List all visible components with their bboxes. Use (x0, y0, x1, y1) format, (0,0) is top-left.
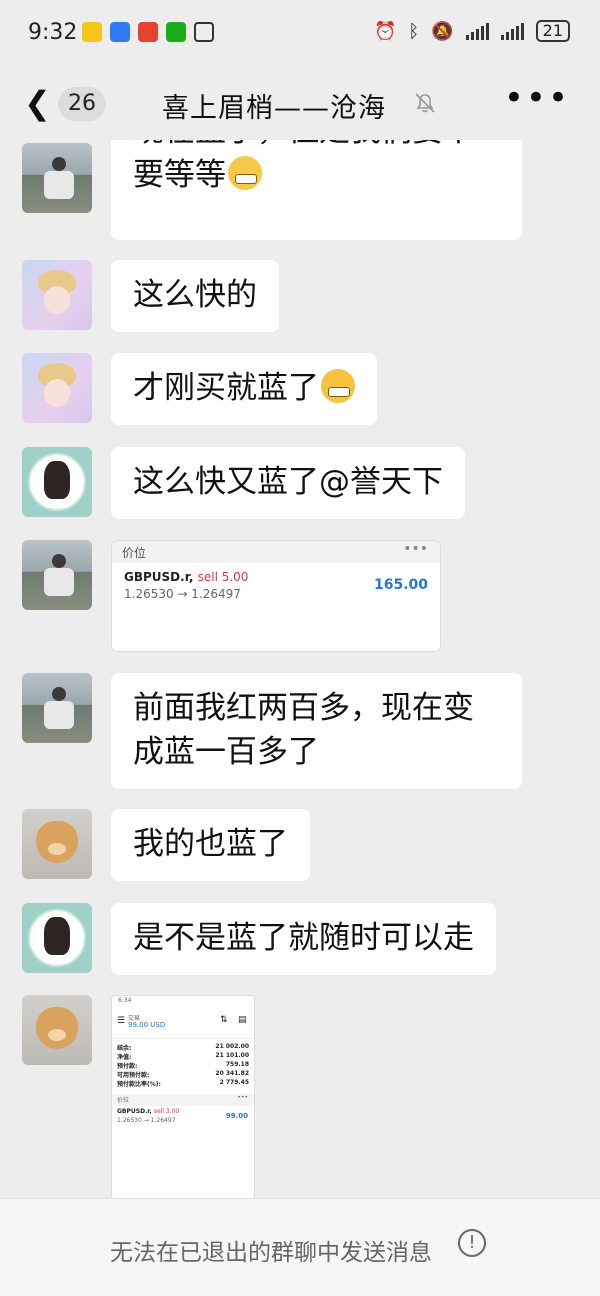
row-value: 20 341.82 (215, 1070, 249, 1077)
app-notification-icon (138, 22, 158, 42)
avatar[interactable] (22, 995, 92, 1065)
shared-quote-card[interactable]: 价位 ••• GBPUSD.r, sell 5.00 1.26530 → 1.2… (111, 540, 441, 652)
more-icon: ••• (237, 1094, 248, 1101)
disabled-message-text: 无法在已退出的群聊中发送消息 (110, 1240, 432, 1266)
wechat-icon (166, 22, 186, 42)
card-header: 价位 ••• (112, 541, 440, 563)
trade-side: sell 5.00 (197, 570, 249, 584)
message-text: 才刚买就蓝了 (133, 370, 319, 406)
symbol-text: GBPUSD.r, (124, 570, 194, 584)
avatar[interactable] (22, 673, 92, 743)
info-icon[interactable]: ! (458, 1229, 486, 1257)
input-disabled-bar: 无法在已退出的群聊中发送消息 ! (0, 1198, 600, 1296)
card-more-icon: ••• (403, 541, 428, 557)
message-bubble[interactable]: 现在蓝了，但是我们要不要等等 (111, 140, 522, 240)
system-icons: ⏰ ᛒ 🔕 21 (374, 20, 570, 42)
shot-section-header: 价位 ••• (112, 1094, 254, 1106)
shot-row: 可用预付款: 20 341.82 (117, 1070, 249, 1079)
crying-laughing-emoji-icon (321, 369, 355, 403)
message-bubble[interactable]: 前面我红两百多，现在变成蓝一百多了 (111, 673, 522, 789)
row-key: 预付款比率(%): (117, 1081, 161, 1088)
shot-row: 结余: 21 002.00 (117, 1043, 249, 1052)
row-value: 2 779.45 (219, 1079, 249, 1086)
row-key: 可用预付款: (117, 1072, 150, 1079)
message-text: 前面我红两百多，现在变成蓝一百多了 (133, 690, 474, 770)
grinning-emoji-icon (228, 156, 262, 190)
shot-prices: 1.26530 → 1.26497 (117, 1117, 176, 1124)
notification-icons (82, 22, 214, 42)
screenshot-image[interactable]: 6:34 ☰ 交易 99.00 USD ⇅ ▤ 结余: 21 002.00 净值:… (111, 995, 255, 1198)
card-symbol: GBPUSD.r, sell 5.00 (124, 570, 248, 584)
document-icon: ▤ (238, 1015, 247, 1025)
chat-header: ❮ 26 喜上眉梢——沧海 ••• (0, 70, 600, 140)
shot-row: 预付款比率(%): 2 779.45 (117, 1079, 249, 1088)
section-label: 价位 (117, 1097, 130, 1104)
shot-top-bar: ☰ 交易 99.00 USD ⇅ ▤ (112, 1008, 254, 1039)
bluetooth-icon: ᛒ (408, 20, 420, 42)
avatar[interactable] (22, 353, 92, 423)
message-bubble[interactable]: 才刚买就蓝了 (111, 353, 377, 425)
shot-account-rows: 结余: 21 002.00 净值: 21 101.00 预付款: 759.18 可用预… (112, 1039, 254, 1088)
avatar[interactable] (22, 540, 92, 610)
avatar[interactable] (22, 809, 92, 879)
message-text: 现在蓝了，但是我们要不要等等 (133, 140, 474, 193)
shot-row: 净值: 21 101.00 (117, 1052, 249, 1061)
message-text: 我的也蓝了 (133, 826, 288, 862)
shot-row: 预付款: 759.18 (117, 1061, 249, 1070)
muted-bell-icon (415, 93, 435, 113)
nfc-icon (194, 22, 214, 42)
row-key: 净值: (117, 1054, 132, 1061)
row-value: 759.18 (225, 1061, 249, 1068)
row-key: 预付款: (117, 1063, 138, 1070)
signal-icon (500, 22, 524, 40)
message-list[interactable]: 现在蓝了，但是我们要不要等等 这么快的 才刚买就蓝了 这么快又蓝了@誉天下 价位… (0, 140, 600, 1198)
signal-icon (465, 22, 489, 40)
avatar[interactable] (22, 260, 92, 330)
card-prices: 1.26530 → 1.26497 (124, 587, 241, 601)
mute-icon: 🔕 (431, 20, 454, 42)
card-header-label: 价位 (122, 546, 147, 560)
unread-count-badge[interactable]: 26 (58, 87, 106, 121)
avatar[interactable] (22, 143, 92, 213)
back-icon[interactable]: ❮ (24, 84, 51, 122)
app-notification-icon (110, 22, 130, 42)
app-notification-icon (82, 22, 102, 42)
menu-icon: ☰ (117, 1016, 126, 1026)
sort-icon: ⇅ (220, 1015, 228, 1025)
avatar[interactable] (22, 903, 92, 973)
avatar[interactable] (22, 447, 92, 517)
message-text: 是不是蓝了就随时可以走 (133, 920, 474, 956)
shot-symbol: GBPUSD.r, sell 3.00 (117, 1108, 179, 1115)
row-value: 21 101.00 (215, 1052, 249, 1059)
message-text: 这么快的 (133, 277, 257, 313)
message-bubble[interactable]: 是不是蓝了就随时可以走 (111, 903, 496, 975)
shot-status-time: 6:34 (118, 997, 132, 1004)
shot-profit-value: 99.00 (225, 1112, 248, 1120)
status-bar: 9:32 ⏰ ᛒ 🔕 21 (0, 0, 600, 70)
alarm-icon: ⏰ (373, 20, 397, 42)
battery-icon: 21 (535, 20, 570, 42)
message-bubble[interactable]: 这么快的 (111, 260, 279, 332)
row-value: 21 002.00 (215, 1043, 249, 1050)
message-bubble[interactable]: 这么快又蓝了@誉天下 (111, 447, 465, 519)
status-time: 9:32 (28, 20, 78, 45)
message-bubble[interactable]: 我的也蓝了 (111, 809, 310, 881)
chat-title: 喜上眉梢——沧海 (162, 93, 386, 124)
more-options-icon[interactable]: ••• (504, 78, 570, 118)
message-text: 这么快又蓝了@誉天下 (133, 464, 443, 500)
row-key: 结余: (117, 1045, 132, 1052)
shot-amount: 99.00 USD (128, 1021, 166, 1029)
symbol-text: GBPUSD.r, (117, 1108, 152, 1115)
card-profit-value: 165.00 (373, 577, 428, 593)
trade-side: sell 3.00 (153, 1108, 180, 1115)
